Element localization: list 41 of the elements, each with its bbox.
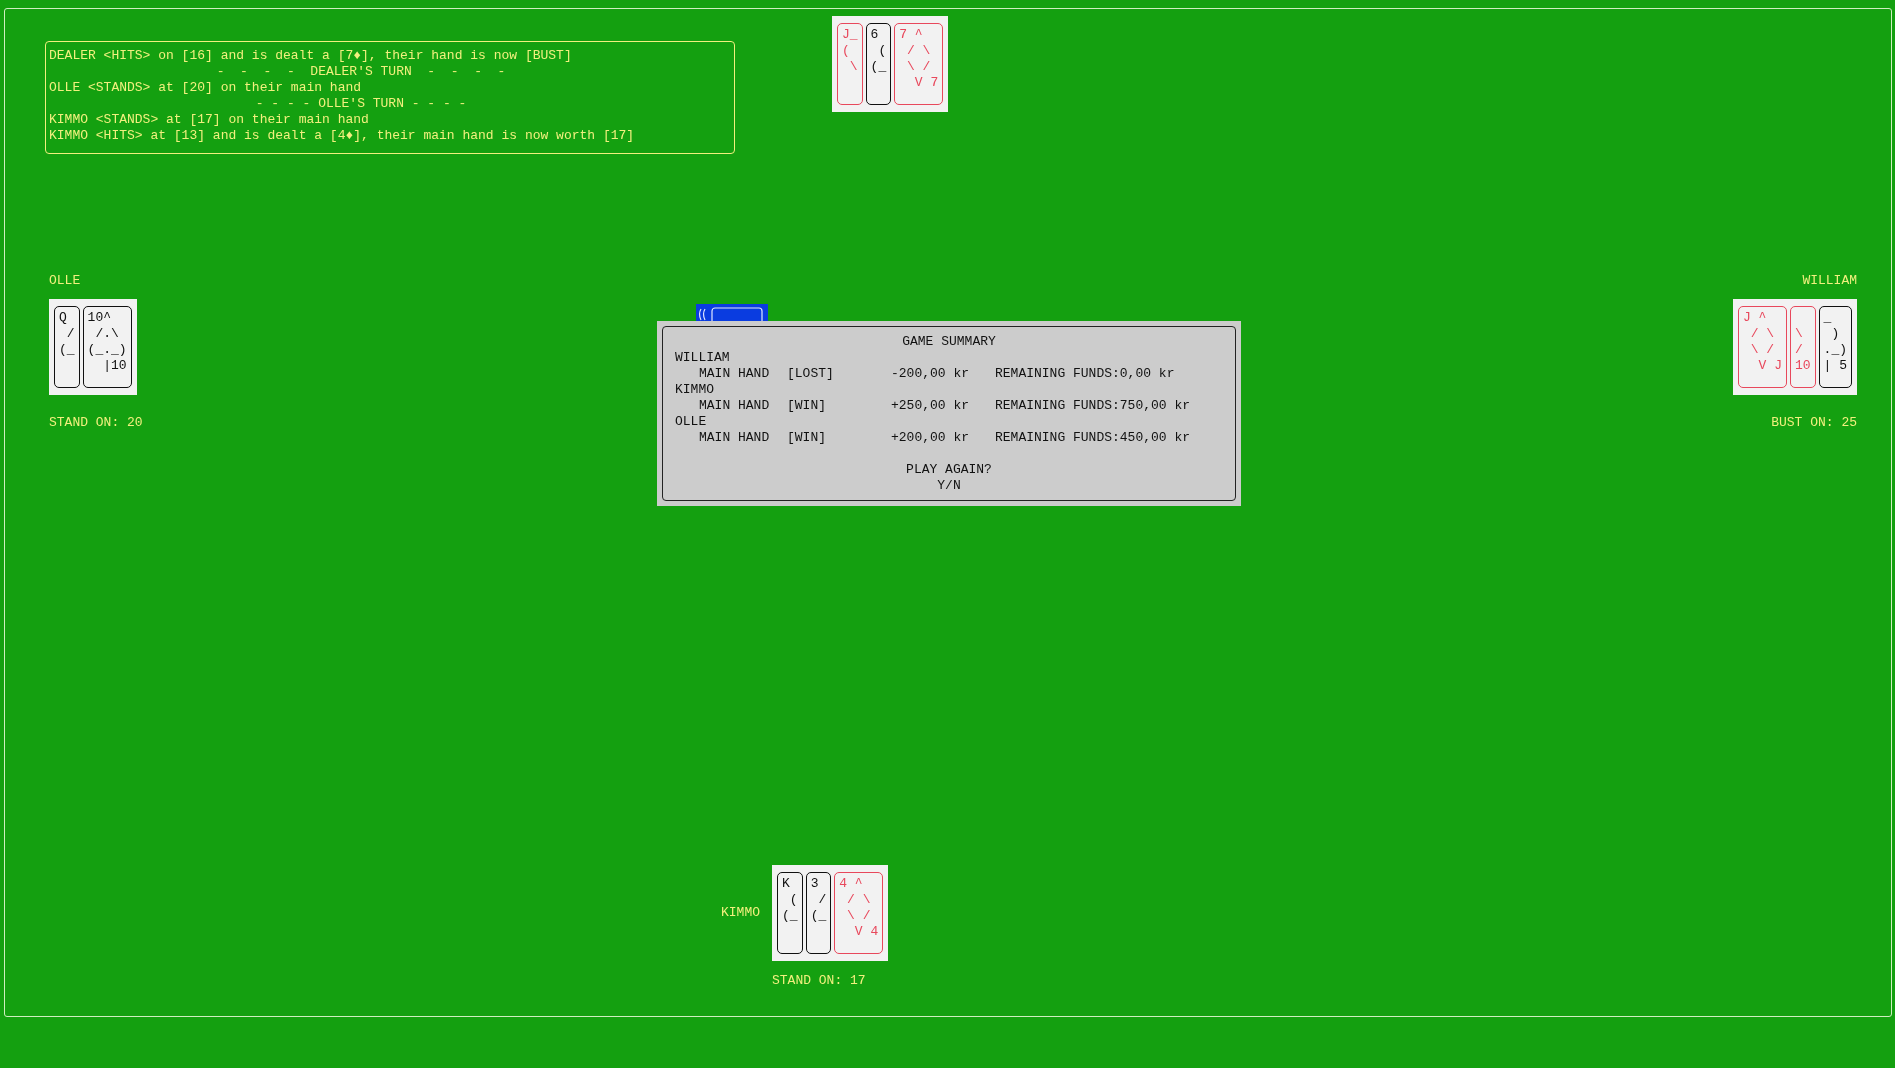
- playing-card: 6 ( (_: [865, 23, 892, 105]
- hand-label: MAIN HAND: [699, 398, 771, 414]
- playing-card: 7 ^ / \ \ / V 7: [894, 23, 944, 105]
- turn-divider-text: - - - - OLLE'S TURN - - - -: [255, 96, 467, 112]
- playing-card: J ^ / \ \ / V J: [1737, 306, 1787, 388]
- dialog-title: GAME SUMMARY: [902, 334, 996, 350]
- player-name: KIMMO: [721, 905, 760, 921]
- hand-status: STAND ON: 20: [49, 415, 143, 431]
- hand-status: BUST ON: 25: [1771, 415, 1857, 431]
- playing-card: \ / 10: [1790, 306, 1816, 388]
- playing-card: K ( (_: [777, 872, 803, 954]
- log-entry: KIMMO <STANDS> at [17] on their main hand: [49, 112, 369, 128]
- playing-card: J_ ( \: [837, 23, 863, 105]
- amount-text: -200,00 kr: [891, 366, 970, 382]
- player-name: OLLE: [49, 273, 81, 289]
- turn-divider-text: - - - - DEALER'S TURN - - - -: [216, 64, 506, 80]
- playing-card: Q / (_: [54, 306, 80, 388]
- amount-text: +250,00 kr: [891, 398, 970, 414]
- log-entry: KIMMO <HITS> at [13] and is dealt a [4♦], their main hand is now worth [17]: [49, 128, 635, 144]
- playing-card: 3 / (_: [805, 872, 832, 954]
- player-name: WILLIAM: [675, 350, 730, 366]
- log-entry: OLLE <STANDS> at [20] on their main hand: [49, 80, 362, 96]
- player-name: OLLE: [675, 414, 707, 430]
- result-text: [WIN]: [787, 430, 827, 446]
- funds-text: REMAINING FUNDS:450,00 kr: [995, 430, 1192, 446]
- hand-label: MAIN HAND: [699, 430, 771, 446]
- result-text: [LOST]: [787, 366, 835, 382]
- player-name: WILLIAM: [1802, 273, 1857, 289]
- funds-text: REMAINING FUNDS:750,00 kr: [995, 398, 1192, 414]
- playing-card: 10^ /.\ (_._) |10: [82, 306, 132, 388]
- funds-text: REMAINING FUNDS:0,00 kr: [995, 366, 1176, 382]
- amount-text: +200,00 kr: [891, 430, 970, 446]
- prompt-text: PLAY AGAIN?: [906, 462, 992, 478]
- hand-label: MAIN HAND: [699, 366, 771, 382]
- playing-card: _ ) ._) | 5: [1818, 306, 1852, 388]
- player-name: KIMMO: [675, 382, 714, 398]
- options-text: Y/N: [937, 478, 961, 494]
- log-entry: DEALER <HITS> on [16] and is dealt a [7♦], their hand is now [BUST]: [49, 48, 572, 64]
- result-text: [WIN]: [787, 398, 827, 414]
- hand-status: STAND ON: 17: [772, 973, 867, 989]
- playing-card: 4 ^ / \ \ / V 4: [834, 872, 884, 954]
